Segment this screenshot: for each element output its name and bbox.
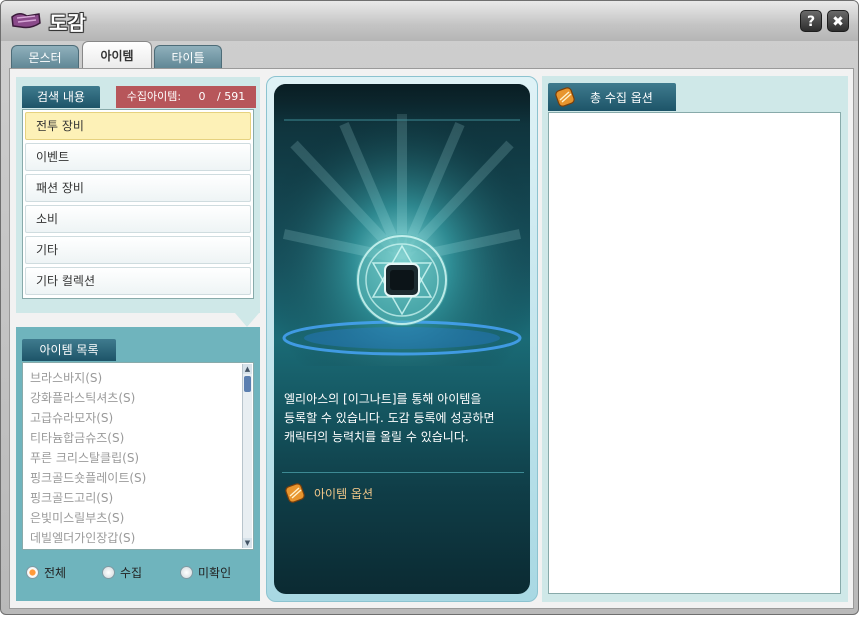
item-list-panel: 아이템 목록 브라스바지(S) 강화플라스틱셔츠(S) 고급슈라모자(S) 티타… xyxy=(16,327,260,601)
close-button[interactable]: ✖ xyxy=(827,10,849,32)
category-list: 전투 장비 이벤트 패션 장비 소비 기타 기타 컬렉션 xyxy=(22,109,254,299)
collected-count: 0 xyxy=(198,90,206,103)
item-list-tab: 아이템 목록 xyxy=(22,339,116,361)
scroll-icon xyxy=(285,483,305,503)
collected-count-box: 수집아이템: 0 / 591 xyxy=(116,86,256,108)
list-item[interactable]: 강화플라스틱셔츠(S) xyxy=(30,389,135,406)
category-item[interactable]: 기타 xyxy=(25,236,251,264)
list-item[interactable]: 핑크골드고리(S) xyxy=(30,489,113,506)
help-button[interactable]: ? xyxy=(800,10,822,32)
list-item[interactable]: 고급슈라모자(S) xyxy=(30,409,113,426)
item-list[interactable]: 브라스바지(S) 강화플라스틱셔츠(S) 고급슈라모자(S) 티타늄합금슈즈(S… xyxy=(22,362,254,550)
list-item[interactable]: 데빌엘더가인장갑(S) xyxy=(30,529,135,546)
window-title: 도감 xyxy=(49,11,86,35)
radio-unchecked-icon[interactable] xyxy=(180,566,193,579)
filter-unconfirmed-label: 미확인 xyxy=(198,566,232,580)
item-list-scrollbar[interactable]: ▲ ▼ xyxy=(242,364,252,548)
radio-checked-icon[interactable] xyxy=(26,566,39,579)
description-line: 캐릭터의 능력치를 올릴 수 있습니다. xyxy=(284,430,469,444)
filter-unconfirmed[interactable]: 미확인 xyxy=(180,564,250,584)
list-item[interactable]: 브라스바지(S) xyxy=(30,369,102,386)
tab-item[interactable]: 아이템 xyxy=(82,41,152,70)
panel-pointer xyxy=(235,313,259,327)
filter-collected-label: 수집 xyxy=(120,566,143,580)
item-option-label: 아이템 옵션 xyxy=(314,487,374,501)
tab-monster[interactable]: 몬스터 xyxy=(11,45,79,69)
total-options-label: 총 수집 옵션 xyxy=(590,91,653,105)
book-icon xyxy=(11,13,41,29)
total-options-panel: 총 수집 옵션 xyxy=(542,76,848,602)
scroll-icon xyxy=(555,87,575,107)
list-item[interactable]: 푸른 크리스탈클립(S) xyxy=(30,449,139,466)
description-line: 엘리아스의 [이그나트]를 통해 아이템을 xyxy=(284,392,482,406)
total-count: / 591 xyxy=(217,90,246,103)
filter-all-label: 전체 xyxy=(44,566,67,580)
scroll-up-icon[interactable]: ▲ xyxy=(243,364,252,374)
list-item[interactable]: 티타늄합금슈즈(S) xyxy=(30,429,124,446)
category-item[interactable]: 패션 장비 xyxy=(25,174,251,202)
category-item[interactable]: 전투 장비 xyxy=(25,112,251,140)
total-options-box xyxy=(548,112,841,594)
description-line: 등록할 수 있습니다. 도감 등록에 성공하면 xyxy=(284,411,495,425)
card-divider xyxy=(282,472,524,473)
item-card-frame: 엘리아스의 [이그나트]를 통해 아이템을 등록할 수 있습니다. 도감 등록에… xyxy=(266,76,538,602)
card-description: 엘리아스의 [이그나트]를 통해 아이템을 등록할 수 있습니다. 도감 등록에… xyxy=(284,390,524,447)
list-item[interactable]: 핑크골드숏플레이트(S) xyxy=(30,469,146,486)
category-item[interactable]: 소비 xyxy=(25,205,251,233)
tab-title[interactable]: 타이틀 xyxy=(154,45,222,69)
category-item[interactable]: 기타 컬렉션 xyxy=(25,267,251,295)
collected-label: 수집아이템: xyxy=(126,90,182,103)
title-bar[interactable]: 도감 ? ✖ xyxy=(1,1,858,41)
scroll-thumb[interactable] xyxy=(244,376,251,392)
filter-all[interactable]: 전체 xyxy=(26,564,86,584)
collection-window: 도감 ? ✖ 몬스터 아이템 타이틀 검색 내용 수집아이템: 0 / 591 … xyxy=(0,0,859,615)
filter-collected[interactable]: 수집 xyxy=(102,564,162,584)
item-card: 엘리아스의 [이그나트]를 통해 아이템을 등록할 수 있습니다. 도감 등록에… xyxy=(274,84,530,594)
search-tab: 검색 내용 xyxy=(22,86,100,108)
magic-circle-illustration xyxy=(274,84,530,366)
total-options-tab: 총 수집 옵션 xyxy=(548,83,676,111)
category-item[interactable]: 이벤트 xyxy=(25,143,251,171)
search-panel: 검색 내용 수집아이템: 0 / 591 전투 장비 이벤트 패션 장비 소비 … xyxy=(16,77,260,313)
radio-unchecked-icon[interactable] xyxy=(102,566,115,579)
content-area: 검색 내용 수집아이템: 0 / 591 전투 장비 이벤트 패션 장비 소비 … xyxy=(9,68,854,609)
scroll-down-icon[interactable]: ▼ xyxy=(243,538,252,548)
list-item[interactable]: 은빛미스릴부츠(S) xyxy=(30,509,124,526)
